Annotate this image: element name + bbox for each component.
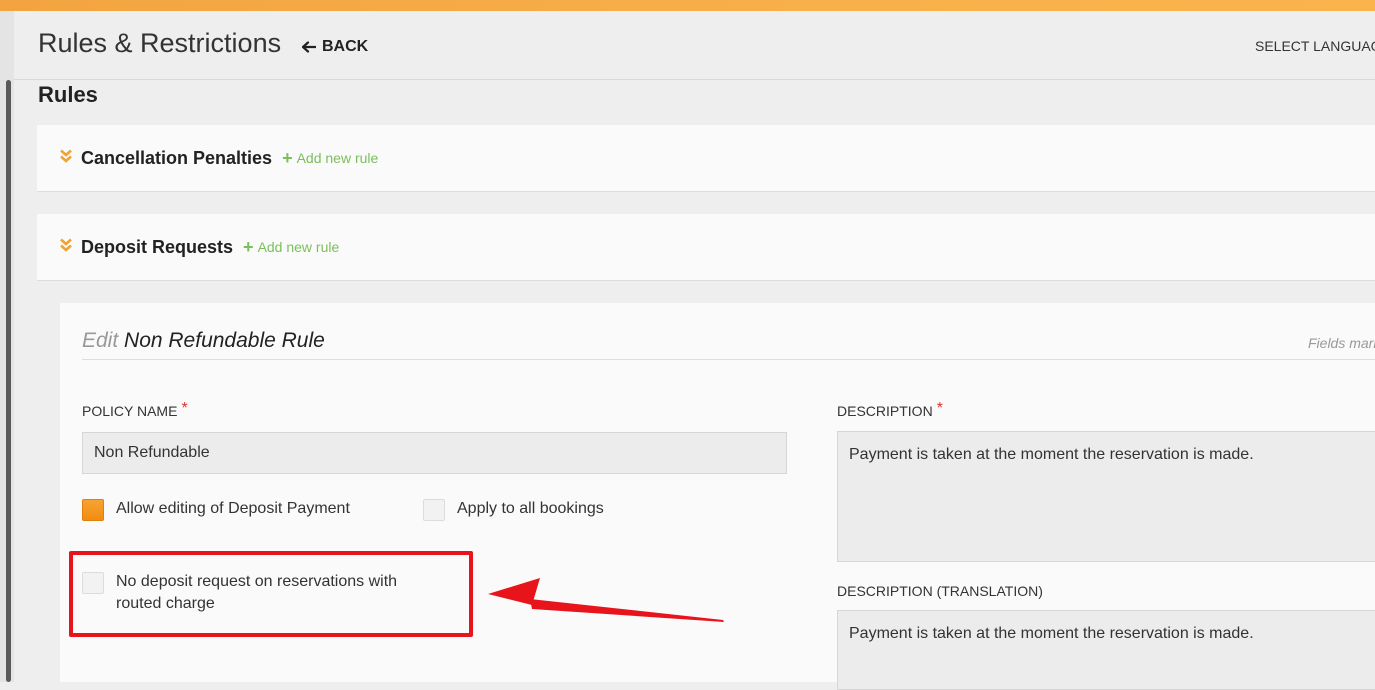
rules-heading: Rules bbox=[38, 82, 98, 107]
plus-icon: + bbox=[282, 148, 293, 168]
select-language-dropdown[interactable]: SELECT LANGUAGE bbox=[1255, 38, 1375, 54]
double-chevron-down-icon[interactable] bbox=[59, 238, 73, 257]
page-header: Rules & Restrictions BACK SELECT LANGUAG… bbox=[14, 11, 1375, 80]
top-accent-bar bbox=[0, 0, 1375, 11]
required-fields-note: Fields marked bbox=[1308, 335, 1375, 351]
description-translation-textarea[interactable]: Payment is taken at the moment the reser… bbox=[837, 610, 1375, 690]
description-label: DESCRIPTION * bbox=[837, 400, 943, 419]
add-new-rule-label: Add new rule bbox=[257, 239, 340, 255]
plus-icon: + bbox=[243, 237, 254, 257]
apply-to-all-bookings-checkbox[interactable] bbox=[423, 499, 445, 521]
back-label: BACK bbox=[322, 38, 369, 55]
annotation-arrow-icon bbox=[488, 578, 724, 622]
allow-editing-deposit-label: Allow editing of Deposit Payment bbox=[116, 500, 350, 517]
allow-editing-deposit-checkbox[interactable] bbox=[82, 499, 104, 521]
divider bbox=[82, 359, 1375, 360]
double-chevron-down-icon[interactable] bbox=[59, 149, 73, 168]
description-textarea[interactable]: Payment is taken at the moment the reser… bbox=[837, 431, 1375, 562]
edit-rule-title: Edit Non Refundable Rule bbox=[82, 329, 325, 353]
required-marker: * bbox=[181, 400, 188, 417]
scrollbar-thumb[interactable] bbox=[6, 80, 11, 682]
required-marker: * bbox=[936, 400, 943, 417]
add-new-rule-link[interactable]: + Add new rule bbox=[282, 148, 379, 168]
apply-to-all-bookings-label: Apply to all bookings bbox=[457, 500, 604, 517]
add-new-rule-label: Add new rule bbox=[296, 150, 379, 166]
add-new-rule-link[interactable]: + Add new rule bbox=[243, 237, 340, 257]
panel-title: Deposit Requests bbox=[81, 236, 234, 257]
back-button[interactable]: BACK bbox=[302, 38, 368, 56]
panel-title: Cancellation Penalties bbox=[81, 147, 273, 168]
panel-cancellation-penalties: Cancellation Penalties + Add new rule bbox=[37, 125, 1375, 192]
description-translation-label: DESCRIPTION (TRANSLATION) bbox=[837, 583, 1043, 599]
annotation-highlight-box bbox=[69, 551, 473, 637]
edit-prefix: Edit bbox=[82, 329, 119, 352]
rule-name: Non Refundable Rule bbox=[124, 329, 325, 352]
policy-name-input[interactable] bbox=[82, 432, 787, 474]
policy-name-label: POLICY NAME * bbox=[82, 400, 188, 419]
page-title: Rules & Restrictions bbox=[38, 28, 282, 58]
arrow-left-icon bbox=[302, 41, 316, 53]
panel-deposit-requests: Deposit Requests + Add new rule bbox=[37, 214, 1375, 281]
